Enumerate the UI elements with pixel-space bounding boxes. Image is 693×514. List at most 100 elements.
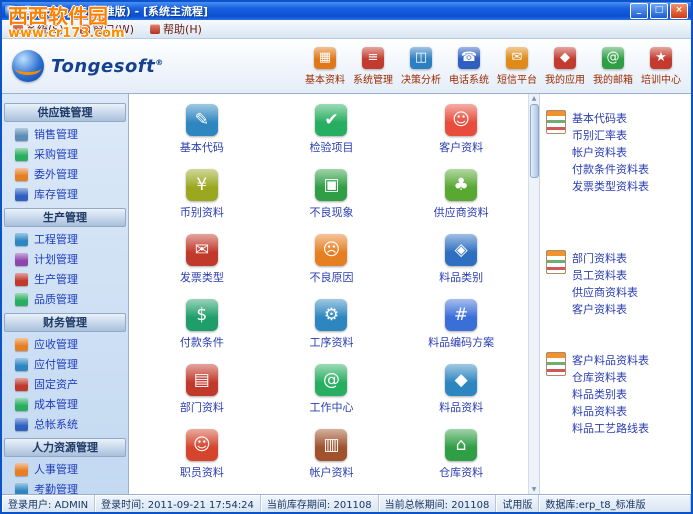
grid-item-defect-phenomenon[interactable]: ▣ 不良现象 xyxy=(267,169,397,234)
grid-item-account-data[interactable]: ▥ 帐户资料 xyxy=(267,429,397,494)
grid-item-supplier-data[interactable]: ♣ 供应商资料 xyxy=(396,169,526,234)
grid-item-process-data[interactable]: ⚙ 工序资料 xyxy=(267,299,397,364)
grid-item-warehouse-data[interactable]: ⌂ 仓库资料 xyxy=(396,429,526,494)
defect-phenomenon-icon: ▣ xyxy=(315,169,347,201)
sidebar-item-general-ledger[interactable]: 总帐系统 xyxy=(2,414,128,434)
statusbar: 登录用户: ADMIN 登录时间: 2011-09-21 17:54:24 当前… xyxy=(2,494,691,512)
report-link[interactable]: 客户资料表 xyxy=(572,301,638,318)
item-code-scheme-icon: # xyxy=(445,299,477,331)
grid-item-item-code-scheme[interactable]: # 料品编码方案 xyxy=(396,299,526,364)
grid-item-item-category[interactable]: ◈ 料品类别 xyxy=(396,234,526,299)
report-link[interactable]: 付款条件资料表 xyxy=(572,161,649,178)
report-link[interactable]: 部门资料表 xyxy=(572,250,638,267)
grid-item-invoice-type[interactable]: ✉ 发票类型 xyxy=(137,234,267,299)
toolbar-sms-platform[interactable]: ✉ 短信平台 xyxy=(495,47,539,86)
brand-logo: Tongesoft® xyxy=(12,50,212,82)
item-category-icon: ◈ xyxy=(445,234,477,266)
toolbar-decision-analysis[interactable]: ◫ 决策分析 xyxy=(399,47,443,86)
sidebar-item-attendance[interactable]: 考勤管理 xyxy=(2,479,128,494)
menubar: 系统(S) 窗口(W) 帮助(H) xyxy=(2,20,691,39)
inventory-icon xyxy=(15,188,28,201)
report-link[interactable]: 币别汇率表 xyxy=(572,127,649,144)
toolbar-training-center[interactable]: ★ 培训中心 xyxy=(639,47,683,86)
sidebar-header-supply-chain: 供应链管理 xyxy=(4,103,126,122)
status-ledger-period: 当前总帐期间: 201108 xyxy=(379,495,497,512)
minimize-button[interactable]: _ xyxy=(630,3,648,19)
app-icon xyxy=(5,5,17,17)
report-link[interactable]: 员工资料表 xyxy=(572,267,638,284)
sidebar-item-inventory[interactable]: 库存管理 xyxy=(2,184,128,204)
table-icon xyxy=(546,250,566,274)
registered-mark: ® xyxy=(155,58,164,67)
my-apps-icon: ◆ xyxy=(554,47,576,69)
report-link[interactable]: 料品类别表 xyxy=(572,386,649,403)
menu-window[interactable]: 窗口(W) xyxy=(73,20,141,38)
planning-icon xyxy=(15,253,28,266)
sidebar-item-engineering[interactable]: 工程管理 xyxy=(2,229,128,249)
scrollbar-thumb[interactable] xyxy=(530,104,539,178)
status-trial-badge: 试用版 xyxy=(496,495,539,512)
system-mgmt-icon: ≡ xyxy=(362,47,384,69)
grid-item-work-center[interactable]: @ 工作中心 xyxy=(267,364,397,429)
report-link[interactable]: 供应商资料表 xyxy=(572,284,638,301)
grid-item-inspection-item[interactable]: ✔ 检验项目 xyxy=(267,104,397,169)
sidebar-item-personnel[interactable]: 人事管理 xyxy=(2,459,128,479)
toolbar-phone-system[interactable]: ☎ 电话系统 xyxy=(447,47,491,86)
sidebar-item-outsourcing[interactable]: 委外管理 xyxy=(2,164,128,184)
grid-item-payment-terms[interactable]: $ 付款条件 xyxy=(137,299,267,364)
scroll-up-icon[interactable]: ▲ xyxy=(532,94,537,103)
report-link[interactable]: 发票类型资料表 xyxy=(572,178,649,195)
production-icon xyxy=(15,273,28,286)
toolbar-basic-data[interactable]: ▦ 基本资料 xyxy=(303,47,347,86)
status-inventory-period: 当前库存期间: 201108 xyxy=(261,495,379,512)
sidebar-item-payable[interactable]: 应付管理 xyxy=(2,354,128,374)
menu-system[interactable]: 系统(S) xyxy=(6,20,71,38)
help-menu-icon xyxy=(150,24,160,34)
sidebar-header-finance: 财务管理 xyxy=(4,313,126,332)
app-window: 通易ERP_T6(标准版) - [系统主流程] _ □ × 系统(S) 窗口(W… xyxy=(0,0,693,514)
header: Tongesoft® ▦ 基本资料 ≡ 系统管理 ◫ 决策分析 ☎ 电话系统 ✉… xyxy=(2,39,691,94)
supplier-data-icon: ♣ xyxy=(445,169,477,201)
grid-item-employee-data[interactable]: ☺ 职员资料 xyxy=(137,429,267,494)
sidebar-item-quality[interactable]: 品质管理 xyxy=(2,289,128,309)
toolbar-my-mailbox[interactable]: @ 我的邮箱 xyxy=(591,47,635,86)
sidebar-item-sales[interactable]: 销售管理 xyxy=(2,124,128,144)
grid-item-customer-data[interactable]: ☺ 客户资料 xyxy=(396,104,526,169)
grid-item-defect-reason[interactable]: ☹ 不良原因 xyxy=(267,234,397,299)
report-link[interactable]: 仓库资料表 xyxy=(572,369,649,386)
toolbar-system-mgmt[interactable]: ≡ 系统管理 xyxy=(351,47,395,86)
report-link[interactable]: 帐户资料表 xyxy=(572,144,649,161)
close-button[interactable]: × xyxy=(670,3,688,19)
sidebar-item-purchase[interactable]: 采购管理 xyxy=(2,144,128,164)
table-icon xyxy=(546,352,566,376)
vertical-scrollbar[interactable]: ▲ ▼ xyxy=(528,94,539,494)
sidebar-item-fixed-assets[interactable]: 固定资产 xyxy=(2,374,128,394)
report-link[interactable]: 客户料品资料表 xyxy=(572,352,649,369)
sidebar-item-receivable[interactable]: 应收管理 xyxy=(2,334,128,354)
menu-help[interactable]: 帮助(H) xyxy=(143,20,209,38)
basic-data-icon: ▦ xyxy=(314,47,336,69)
grid-item-currency-data[interactable]: ¥ 币别资料 xyxy=(137,169,267,234)
my-mailbox-icon: @ xyxy=(602,47,624,69)
report-link[interactable]: 料品资料表 xyxy=(572,403,649,420)
scroll-down-icon[interactable]: ▼ xyxy=(532,485,537,494)
sidebar-item-planning[interactable]: 计划管理 xyxy=(2,249,128,269)
item-data-icon: ◆ xyxy=(445,364,477,396)
menu-label: 帮助(H) xyxy=(163,21,202,37)
toolbar-my-apps[interactable]: ◆ 我的应用 xyxy=(543,47,587,86)
report-link[interactable]: 基本代码表 xyxy=(572,110,649,127)
defect-reason-icon: ☹ xyxy=(315,234,347,266)
sales-icon xyxy=(15,128,28,141)
sidebar-item-cost[interactable]: 成本管理 xyxy=(2,394,128,414)
sidebar-item-production[interactable]: 生产管理 xyxy=(2,269,128,289)
globe-logo-icon xyxy=(12,50,44,82)
grid-item-department-data[interactable]: ▤ 部门资料 xyxy=(137,364,267,429)
quality-icon xyxy=(15,293,28,306)
status-login-user: 登录用户: ADMIN xyxy=(2,495,95,512)
grid-item-basic-code[interactable]: ✎ 基本代码 xyxy=(137,104,267,169)
table-icon xyxy=(546,110,566,134)
report-link[interactable]: 料品工艺路线表 xyxy=(572,420,649,437)
maximize-button[interactable]: □ xyxy=(650,3,668,19)
grid-item-item-data[interactable]: ◆ 料品资料 xyxy=(396,364,526,429)
decision-analysis-icon: ◫ xyxy=(410,47,432,69)
